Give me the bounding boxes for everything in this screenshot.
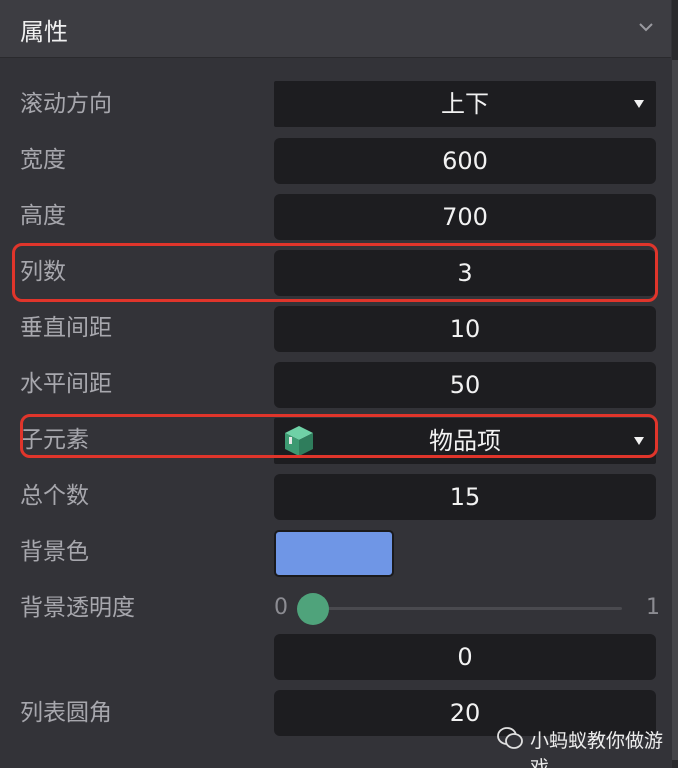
- columns-highlight-box: [12, 243, 658, 302]
- properties-panel: 属性 滚动方向 上下 宽度 600 高度 700 列数 3 垂直间距 10 水平…: [0, 0, 678, 768]
- scroll-direction-select[interactable]: 上下: [274, 81, 656, 127]
- child-element-highlight-box: [20, 414, 658, 458]
- total-count-input[interactable]: 15: [274, 474, 656, 520]
- vertical-spacing-input[interactable]: 10: [274, 306, 656, 352]
- wechat-icon: [497, 727, 523, 749]
- list-radius-label: 列表圆角: [20, 700, 112, 726]
- watermark-text: 小蚂蚁教你做游戏: [530, 730, 664, 768]
- panel-title: 属性: [20, 18, 68, 46]
- bg-opacity-label: 背景透明度: [20, 595, 135, 621]
- scrollbar-thumb[interactable]: [672, 60, 678, 760]
- height-label: 高度: [20, 203, 66, 229]
- horizontal-spacing-label: 水平间距: [20, 371, 112, 397]
- total-count-label: 总个数: [20, 483, 89, 509]
- height-input[interactable]: 700: [274, 194, 656, 240]
- bg-color-swatch[interactable]: [274, 530, 394, 577]
- width-input[interactable]: 600: [274, 138, 656, 184]
- slider-max-label: 1: [646, 595, 660, 620]
- bg-color-label: 背景色: [20, 539, 89, 565]
- scroll-direction-value: 上下: [441, 90, 489, 118]
- slider-min-label: 0: [274, 595, 288, 620]
- chevron-down-icon[interactable]: [637, 18, 655, 36]
- bg-opacity-slider-handle[interactable]: [297, 593, 329, 625]
- vertical-spacing-label: 垂直间距: [20, 315, 112, 341]
- bg-opacity-slider-track[interactable]: [300, 607, 622, 610]
- scroll-direction-label: 滚动方向: [20, 91, 112, 117]
- horizontal-spacing-input[interactable]: 50: [274, 362, 656, 408]
- caret-down-icon: [634, 100, 644, 108]
- width-label: 宽度: [20, 147, 66, 173]
- scrollbar[interactable]: [672, 0, 678, 768]
- panel-header[interactable]: 属性: [0, 0, 671, 58]
- bg-opacity-input[interactable]: 0: [274, 634, 656, 680]
